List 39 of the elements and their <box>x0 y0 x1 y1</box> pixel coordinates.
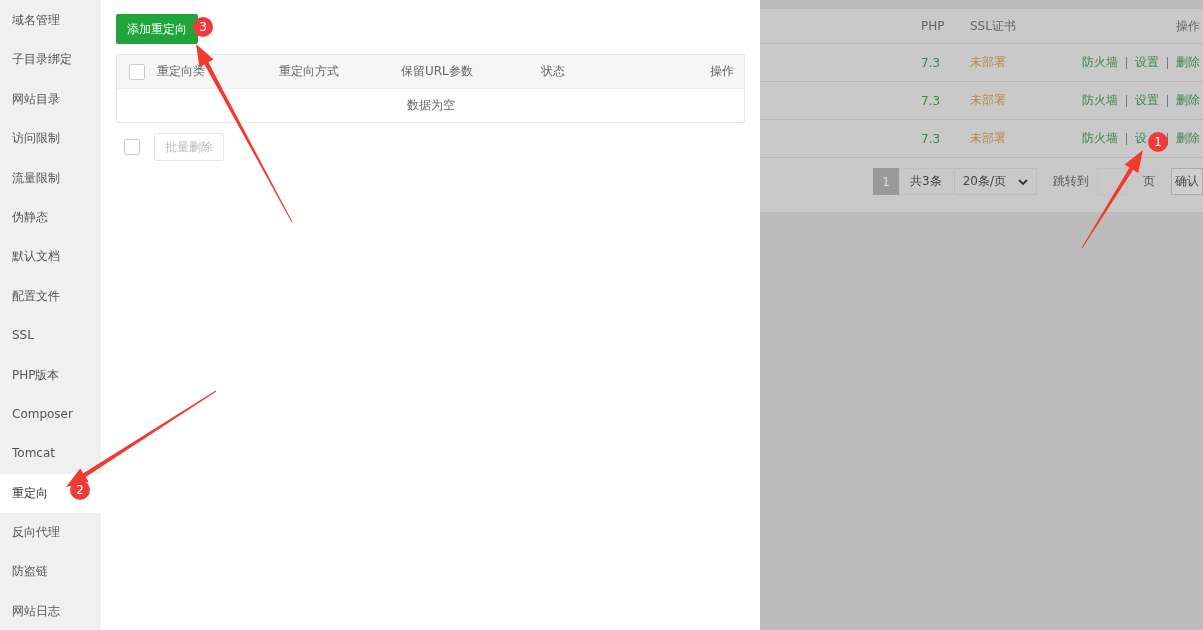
sidebar-item[interactable]: SSL <box>0 316 101 356</box>
checkbox[interactable] <box>129 63 145 80</box>
table-cell-text: 7.3 <box>921 93 942 108</box>
sidebar-item[interactable]: 配置文件 <box>0 276 101 317</box>
table-cell-text: 7.3 <box>921 55 942 70</box>
sidebar-item[interactable]: 网站日志 <box>0 591 101 630</box>
sidebar-item[interactable]: 流量限制 <box>0 158 101 198</box>
column-header: SSL证书 <box>970 17 1017 35</box>
sidebar-item[interactable]: 反向代理 <box>0 513 101 553</box>
table-cell-text: 7.3 <box>921 131 942 146</box>
column-header: PHP <box>921 19 946 33</box>
column-header: 重定向类 <box>157 63 206 80</box>
sidebar-item[interactable]: Composer <box>0 394 101 435</box>
jump-label: 跳转到 <box>1053 173 1089 190</box>
sidebar-item[interactable]: 网站目录 <box>0 79 101 120</box>
column-header: 操作 <box>710 63 735 80</box>
column-header: 保留URL参数 <box>401 63 474 80</box>
column-header: 操作 <box>1175 17 1201 35</box>
chevron-down-icon <box>1018 178 1028 185</box>
sidebar-item[interactable]: 防盗链 <box>0 552 101 592</box>
page-size-select[interactable]: 20条/页 <box>953 168 1037 195</box>
page-input[interactable] <box>1097 168 1127 195</box>
checkbox[interactable] <box>124 139 140 155</box>
sidebar-item[interactable]: 伪静态 <box>0 197 101 238</box>
column-header: 重定向方式 <box>279 63 340 80</box>
table-cell-text: 未部署 <box>970 130 1007 147</box>
empty-message: 数据为空 <box>406 97 455 114</box>
table-cell-text: 未部署 <box>970 92 1007 109</box>
page-unit: 页 <box>1143 173 1155 190</box>
sidebar-item[interactable]: 默认文档 <box>0 237 101 277</box>
sidebar-item[interactable]: 访问限制 <box>0 119 101 159</box>
table-cell-text: 未部署 <box>970 54 1007 71</box>
column-header: 状态 <box>541 63 566 80</box>
sidebar-item[interactable]: 域名管理 <box>0 1 101 41</box>
sidebar-item[interactable]: Tomcat <box>0 434 101 474</box>
confirm-button[interactable]: 确认 <box>1171 168 1203 195</box>
sidebar-item[interactable]: 子目录绑定 <box>0 40 101 80</box>
total-count: 共3条 <box>899 168 953 195</box>
sidebar-item[interactable]: PHP版本 <box>0 355 101 395</box>
